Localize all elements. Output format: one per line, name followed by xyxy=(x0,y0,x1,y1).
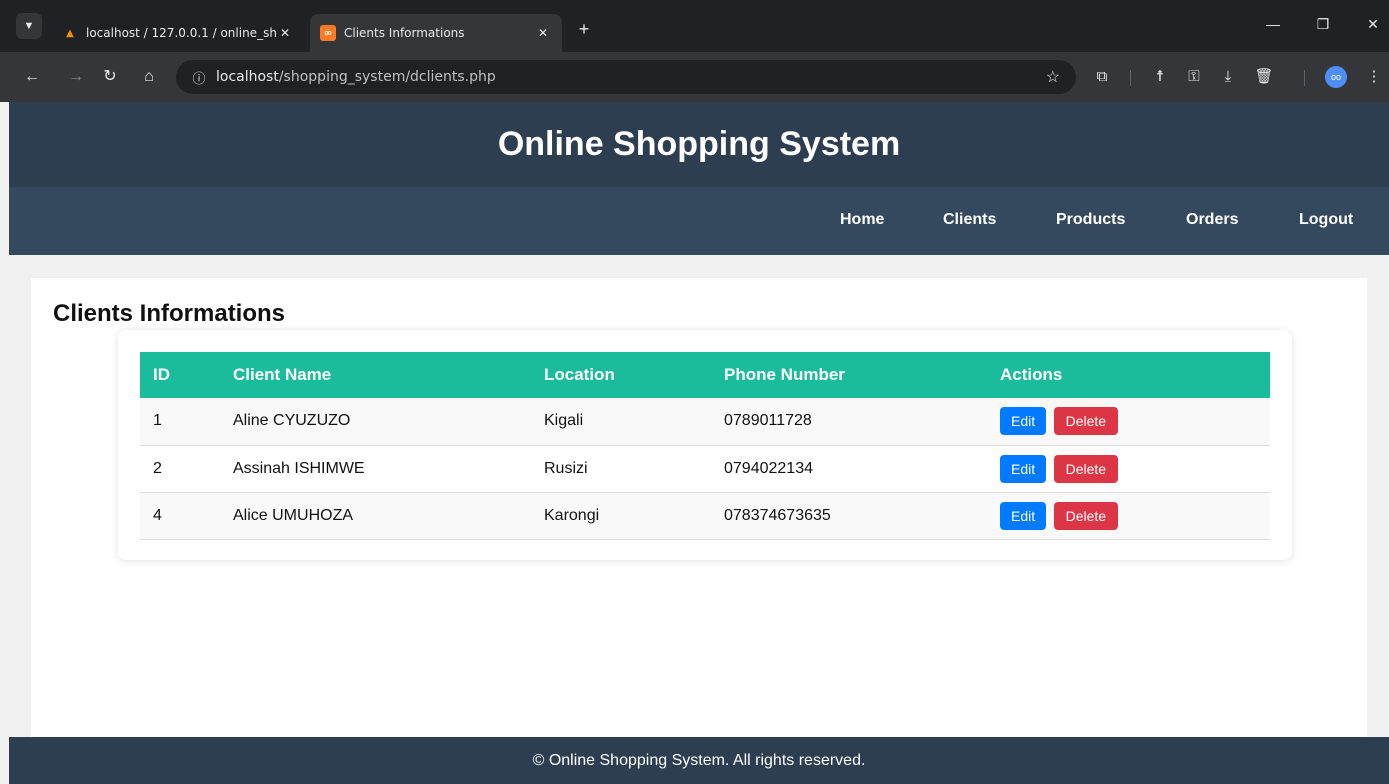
xampp-icon: ∞ xyxy=(320,25,336,41)
cell-phone: 0794022134 xyxy=(711,445,987,493)
site-footer: © Online Shopping System. All rights res… xyxy=(9,737,1389,784)
page-title: Clients Informations xyxy=(53,300,286,327)
tab-search-button[interactable]: ▼ xyxy=(16,13,42,39)
table-row: 4 Alice UMUHOZA Karongi 078374673635 Edi… xyxy=(140,492,1270,540)
cell-phone: 0789011728 xyxy=(711,398,987,446)
cell-client-name: Alice UMUHOZA xyxy=(220,492,531,540)
column-header-id: ID xyxy=(153,365,170,384)
address-bar[interactable]: ⓘ localhost/shopping_system/dclients.php… xyxy=(176,60,1076,94)
incognito-icon[interactable]: ☨ xyxy=(1147,64,1173,90)
cell-client-name: Assinah ISHIMWE xyxy=(220,445,531,493)
browser-toolbar: ← → ↻ ⌂ ⓘ localhost/shopping_system/dcli… xyxy=(0,52,1389,102)
main-content: Clients Informations ID Client Name Loca… xyxy=(31,278,1367,748)
nav-orders[interactable]: Orders xyxy=(1186,211,1238,229)
tab-clients-informations[interactable]: ∞ Clients Informations ✕ xyxy=(310,14,562,52)
back-icon[interactable]: ← xyxy=(19,64,45,90)
nav-products[interactable]: Products xyxy=(1056,211,1125,229)
browser-tabstrip: ▼ ▲ localhost / 127.0.0.1 / online_sh ✕ … xyxy=(0,0,1389,52)
minimize-icon[interactable]: — xyxy=(1261,16,1285,32)
cell-actions: Edit Delete xyxy=(987,445,1270,493)
nav-home[interactable]: Home xyxy=(840,211,884,229)
cell-location: Karongi xyxy=(531,492,711,540)
new-tab-button[interactable]: + xyxy=(572,18,596,42)
site-info-icon[interactable]: ⓘ xyxy=(182,68,216,87)
cell-id: 4 xyxy=(140,492,220,540)
edit-button[interactable]: Edit xyxy=(1000,407,1047,436)
column-header-client-name: Client Name xyxy=(233,365,332,384)
toolbar-divider xyxy=(1304,70,1305,86)
tab-title: Clients Informations xyxy=(344,26,465,40)
reload-icon[interactable]: ↻ xyxy=(97,64,123,90)
column-header-location: Location xyxy=(544,365,615,384)
delete-button[interactable]: Delete xyxy=(1053,501,1119,530)
site-header: Online Shopping System xyxy=(9,102,1389,187)
site-nav: Home Clients Products Orders Logout xyxy=(9,187,1389,255)
tab-title: localhost / 127.0.0.1 / online_sh xyxy=(86,26,276,40)
delete-button[interactable]: Delete xyxy=(1053,454,1119,483)
tab-phpmyadmin[interactable]: ▲ localhost / 127.0.0.1 / online_sh ✕ xyxy=(52,14,304,52)
cell-id: 1 xyxy=(140,398,220,446)
column-header-actions: Actions xyxy=(1000,365,1063,384)
close-icon[interactable]: ✕ xyxy=(276,26,294,40)
cell-actions: Edit Delete xyxy=(987,492,1270,540)
table-header-row: ID Client Name Location Phone Number Act… xyxy=(140,352,1270,398)
web-page: Online Shopping System Home Clients Prod… xyxy=(9,102,1389,784)
delete-button[interactable]: Delete xyxy=(1053,407,1119,436)
nav-clients[interactable]: Clients xyxy=(943,211,996,229)
cell-id: 2 xyxy=(140,445,220,493)
cell-client-name: Aline CYUZUZO xyxy=(220,398,531,446)
cell-phone: 078374673635 xyxy=(711,492,987,540)
extensions-icon[interactable]: ⧉ xyxy=(1089,64,1115,90)
profile-avatar[interactable]: oo xyxy=(1325,66,1347,88)
close-icon[interactable]: ✕ xyxy=(534,26,552,40)
table-row: 2 Assinah ISHIMWE Rusizi 0794022134 Edit… xyxy=(140,445,1270,493)
bookmark-star-icon[interactable]: ☆ xyxy=(1046,67,1060,87)
clients-card: ID Client Name Location Phone Number Act… xyxy=(118,330,1292,560)
site-title: Online Shopping System xyxy=(497,125,901,163)
edit-button[interactable]: Edit xyxy=(1000,501,1047,530)
home-icon[interactable]: ⌂ xyxy=(136,64,162,90)
phpmyadmin-icon: ▲ xyxy=(66,27,74,39)
password-key-icon[interactable]: ⚿ xyxy=(1181,64,1207,90)
url-text: localhost/shopping_system/dclients.php xyxy=(216,69,496,85)
toolbar-divider xyxy=(1130,70,1131,86)
trash-icon[interactable]: 🗑 xyxy=(1251,64,1277,90)
cell-actions: Edit Delete xyxy=(987,398,1270,446)
menu-kebab-icon[interactable]: ⋮ xyxy=(1361,64,1387,90)
restore-icon[interactable]: ❐ xyxy=(1311,16,1335,33)
column-header-phone-number: Phone Number xyxy=(724,365,845,384)
edit-button[interactable]: Edit xyxy=(1000,454,1047,483)
clients-table: ID Client Name Location Phone Number Act… xyxy=(140,352,1270,540)
window-close-icon[interactable]: ✕ xyxy=(1361,16,1385,33)
download-icon[interactable]: ⤓ xyxy=(1215,64,1241,90)
table-row: 1 Aline CYUZUZO Kigali 0789011728 Edit D… xyxy=(140,398,1270,446)
forward-icon[interactable]: → xyxy=(63,64,89,90)
cell-location: Rusizi xyxy=(531,445,711,493)
cell-location: Kigali xyxy=(531,398,711,446)
nav-logout[interactable]: Logout xyxy=(1299,211,1353,229)
